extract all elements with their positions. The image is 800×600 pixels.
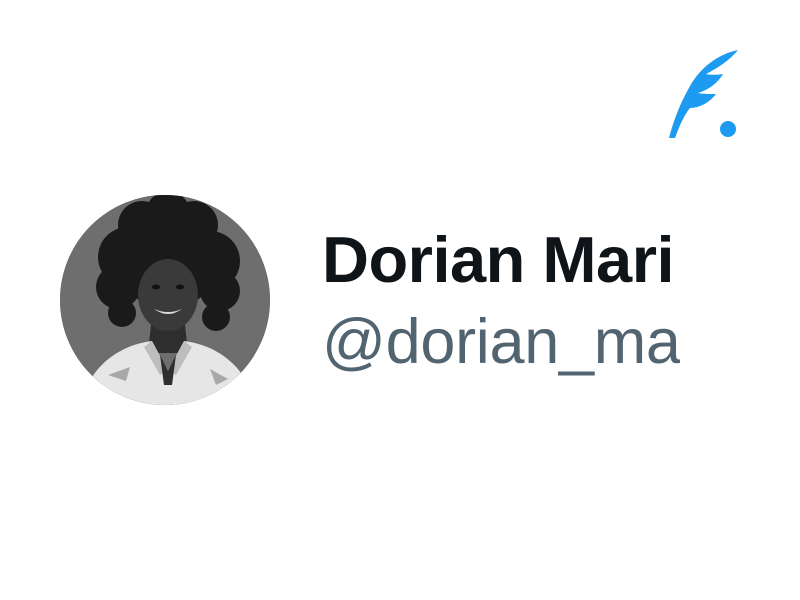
profile-identity: Dorian Mari @dorian_ma <box>322 222 680 392</box>
avatar[interactable] <box>60 195 270 405</box>
display-name[interactable]: Dorian Mari <box>322 222 680 298</box>
user-handle[interactable]: @dorian_ma <box>322 302 680 382</box>
profile-card: Dorian Mari @dorian_ma <box>0 0 800 600</box>
profile-photo <box>60 195 270 405</box>
feather-quill-icon <box>666 48 740 140</box>
